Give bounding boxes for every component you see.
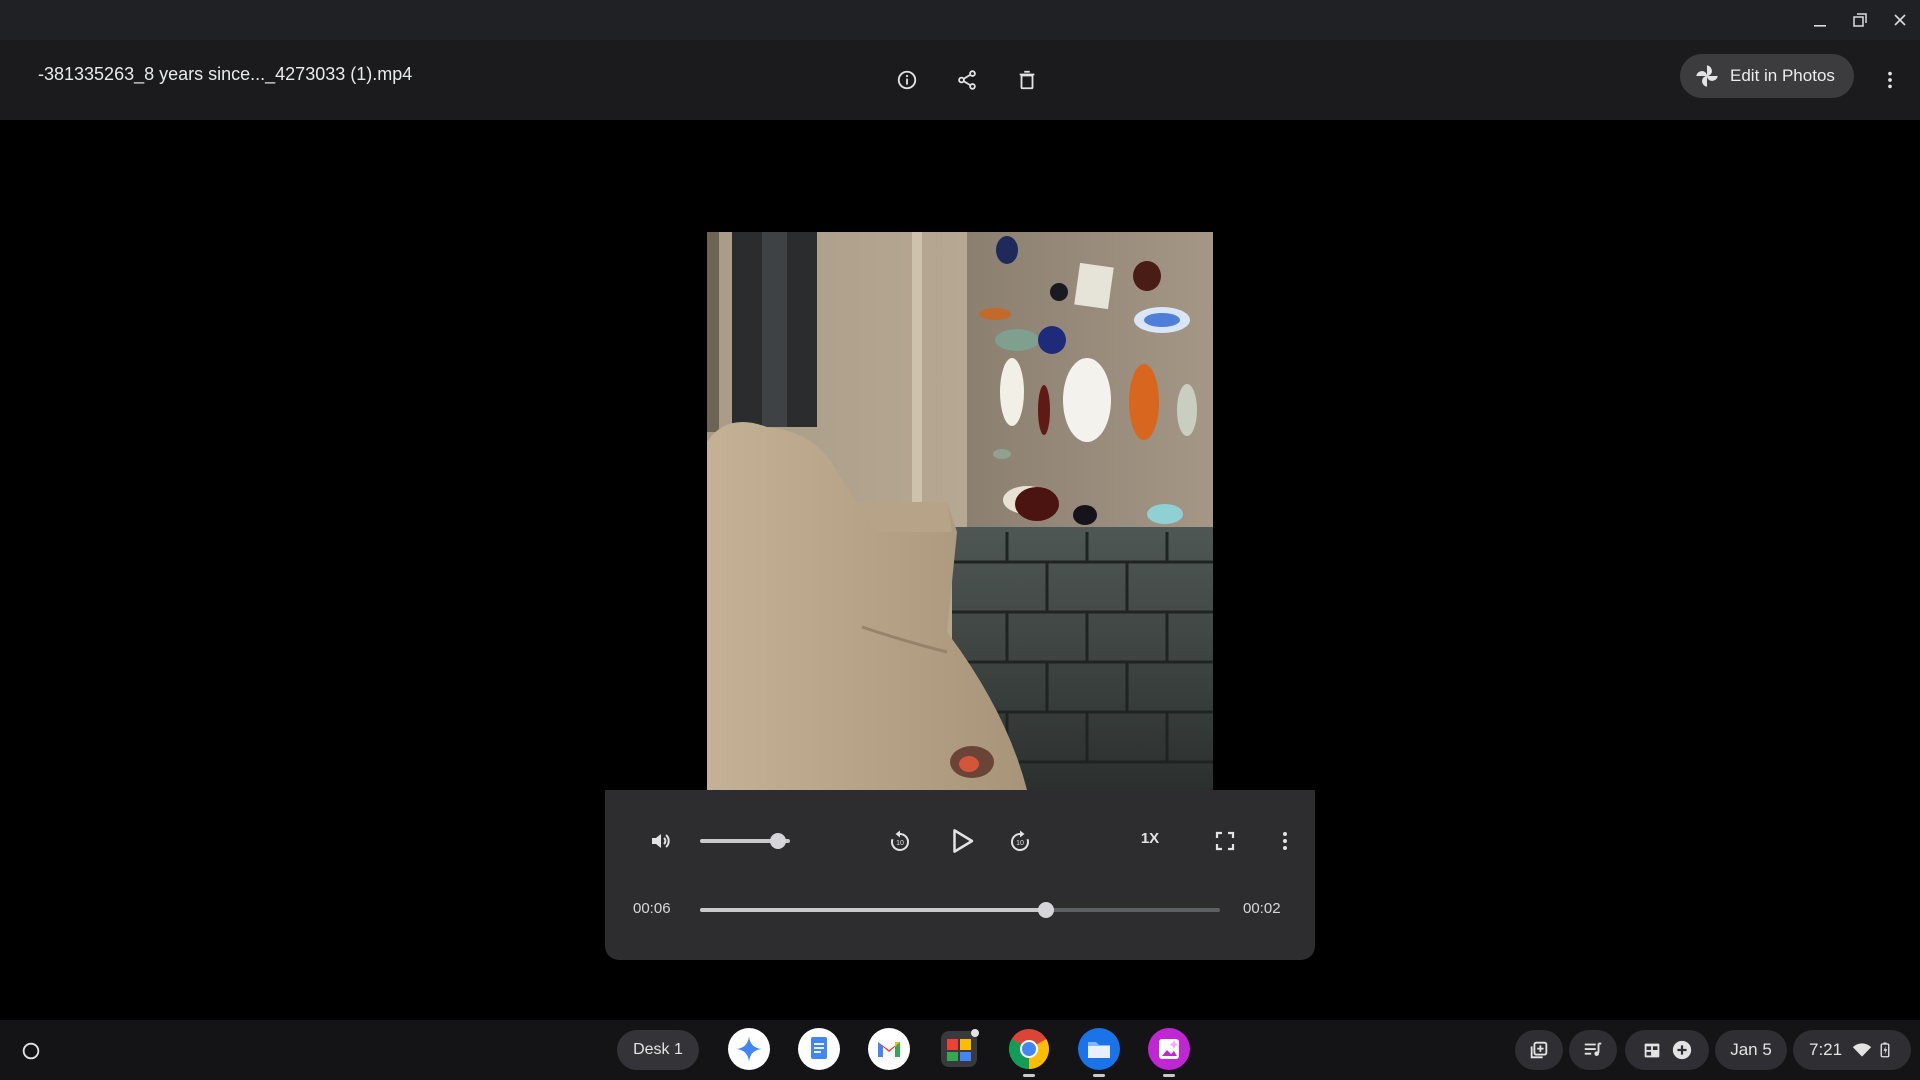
close-icon[interactable] [1886,6,1914,34]
launcher-icon[interactable] [10,1030,52,1072]
photos-collage-app-icon[interactable] [937,1027,981,1071]
gmail-app-icon[interactable] [867,1027,911,1071]
player-more-icon[interactable] [1265,821,1305,861]
wifi-icon [1852,1043,1872,1057]
file-name: -381335263_8 years since..._4273033 (1).… [38,64,413,84]
play-icon[interactable] [940,819,984,863]
forward-10-icon[interactable]: 10 [1000,821,1040,861]
volume-slider-thumb[interactable] [770,833,786,849]
remaining-time: 00:02 [1243,900,1281,917]
gallery-app-icon[interactable] [1147,1027,1191,1077]
shelf: Desk 1 Jan 5 7:21 [0,1020,1920,1080]
battery-icon [1880,1042,1890,1058]
ime-and-notes-button[interactable] [1625,1030,1709,1070]
rewind-10-icon[interactable]: 10 [880,821,920,861]
app-header: -381335263_8 years since..._4273033 (1).… [0,40,1920,120]
video-still-image [707,232,1213,790]
playback-speed-button[interactable]: 1X [1130,830,1170,852]
media-controls-button[interactable] [1569,1030,1617,1070]
running-indicator [1163,1074,1175,1077]
date-label: Jan 5 [1730,1040,1772,1059]
seek-bar-thumb[interactable] [1037,902,1054,918]
gemini-app-icon[interactable] [727,1027,771,1071]
holding-space-button[interactable] [1515,1030,1563,1070]
seek-bar-played [700,908,1046,912]
add-circle-icon [1672,1040,1692,1060]
video-frame[interactable] [707,232,1213,790]
clipboard-icon [1644,1043,1660,1058]
chrome-app-icon[interactable] [1007,1027,1051,1077]
seek-bar[interactable] [700,902,1220,918]
desk-button[interactable]: Desk 1 [617,1030,699,1070]
running-indicator [1023,1074,1035,1077]
current-time: 00:06 [633,900,671,917]
window-titlebar [0,0,1920,40]
player-controls: 10 10 1X 00:06 00:02 [605,790,1315,960]
svg-text:10: 10 [1016,840,1024,847]
fullscreen-icon[interactable] [1205,821,1245,861]
restore-icon[interactable] [1846,6,1874,34]
more-vert-icon[interactable] [1870,60,1910,100]
volume-icon[interactable] [640,821,680,861]
queue-music-icon [1584,1042,1602,1056]
edit-button-label: Edit in Photos [1730,66,1835,85]
running-indicator [1093,1074,1105,1077]
status-area-button[interactable]: 7:21 [1793,1030,1911,1070]
files-app-icon[interactable] [1077,1027,1121,1077]
docs-app-icon[interactable] [797,1027,841,1071]
edit-in-photos-button[interactable]: Edit in Photos [1680,54,1854,98]
holding-space-icon [1530,1041,1548,1059]
delete-icon[interactable] [1007,60,1047,100]
minimize-icon[interactable] [1806,6,1834,34]
share-icon[interactable] [947,60,987,100]
clock-label: 7:21 [1809,1040,1843,1059]
info-icon[interactable] [887,60,927,100]
date-tray-button[interactable]: Jan 5 [1715,1030,1787,1070]
pinwheel-icon [1696,65,1718,87]
svg-text:10: 10 [896,840,904,847]
